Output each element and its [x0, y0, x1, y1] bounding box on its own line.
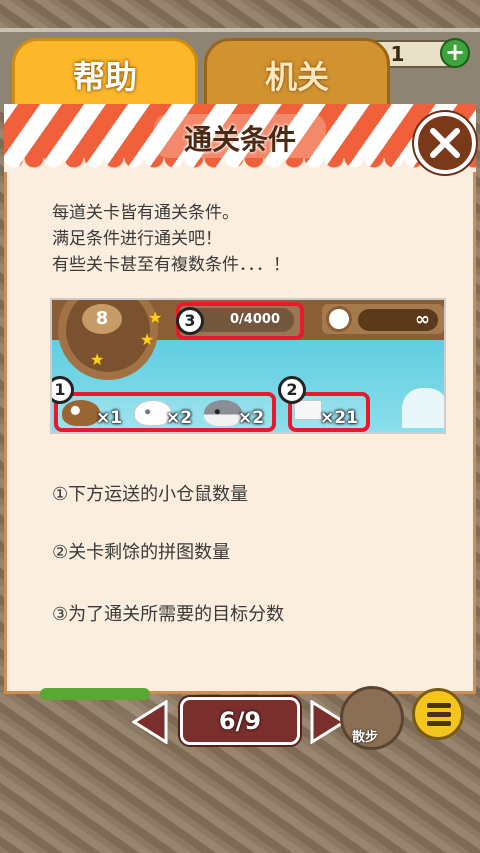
page-indicator: 6/9	[180, 697, 300, 745]
legend-item-2: ②关卡剩馀的拼图数量	[52, 542, 231, 563]
hamster-brown-count: ×1	[96, 408, 123, 428]
timer-value: ∞	[358, 309, 438, 331]
legend-item-3: ③为了通关所需要的目标分数	[52, 604, 285, 625]
add-button[interactable]: +	[440, 38, 470, 68]
star-icon: ★	[140, 330, 155, 349]
top-rail	[0, 28, 480, 32]
close-icon	[430, 128, 460, 158]
description-text: 每道关卡皆有通关条件。 满足条件进行通关吧！ 有些关卡甚至有複数条件．．．！	[52, 200, 432, 278]
example-screenshot: 8 ★ ★ ★ 0/4000 3 ∞ 1 ×1 ×2 ×2 2 ×21	[50, 298, 446, 434]
description-line: 有些关卡甚至有複数条件．．．！	[52, 255, 290, 275]
hamster-gray-count: ×2	[238, 408, 265, 428]
menu-button[interactable]	[412, 688, 464, 740]
plus-icon: +	[444, 38, 466, 66]
cloud-decoration	[402, 388, 444, 428]
level-number: 8	[82, 304, 122, 334]
panel-header-awning: 通关条件	[4, 104, 476, 172]
hamster-icon-brown	[62, 400, 100, 426]
walk-label: 散步	[352, 730, 379, 745]
puzzle-count: ×21	[320, 408, 358, 428]
game-screen: 1 + 机关 帮助 通关条件 每道关卡皆有通关条件。 满足条件进行通关吧！ 有些…	[0, 0, 480, 853]
panel-title: 通关条件	[183, 123, 296, 156]
hamster-white-count: ×2	[166, 408, 193, 428]
description-line: 每道关卡皆有通关条件。	[52, 203, 239, 223]
arrow-left-icon[interactable]	[132, 700, 168, 744]
legend-item-1: ①下方运送的小仓鼠数量	[52, 484, 249, 505]
badge-3: 3	[176, 307, 204, 335]
description-line: 满足条件进行通关吧！	[52, 229, 222, 249]
close-button[interactable]	[414, 112, 476, 174]
hamster-icon-gray	[204, 400, 242, 426]
badge-2: 2	[278, 376, 306, 404]
star-icon: ★	[148, 308, 163, 327]
background-grass	[40, 688, 150, 700]
clock-icon	[326, 306, 352, 332]
star-icon: ★	[90, 350, 105, 369]
